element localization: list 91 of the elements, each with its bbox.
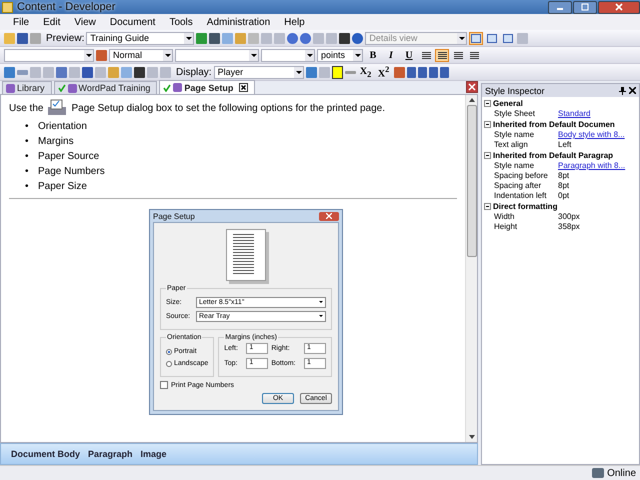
close-icon [326,213,332,219]
display-dropdown[interactable]: Player [214,66,304,78]
check-icon [58,84,66,92]
layout-button[interactable] [501,32,516,44]
property-link[interactable]: Standard [558,109,590,119]
breadcrumb-item[interactable]: Paragraph [88,449,133,459]
bullet-marker: • [25,180,30,194]
scrollbar[interactable] [465,95,477,442]
layout-button[interactable] [485,32,500,44]
property-label: Style Sheet [494,109,536,119]
menu-item[interactable]: File [6,16,36,28]
breadcrumb-item[interactable]: Document Body [11,449,80,459]
preview-dropdown[interactable]: Training Guide [86,32,194,44]
format-button[interactable]: I [383,48,399,62]
page-preview [226,229,266,281]
property-link[interactable]: Paragraph with 8... [558,161,626,171]
bullet-item: Paper Source [38,150,100,164]
radio-button[interactable] [166,348,172,354]
intro-text: Use the Page Setup dialog box to set the following options for the printed page. [9,99,457,117]
property-value: 0pt [558,191,570,201]
format-button[interactable]: U [401,48,417,62]
collapse-toggle[interactable] [484,119,491,128]
bullet-item: Paper Size [38,180,87,194]
property-label: Height [494,222,518,232]
menu-item[interactable]: View [67,16,103,28]
bullet-marker: • [25,150,30,164]
dialog-title: Page Setup [153,212,195,220]
unit-dropdown[interactable]: points [317,48,363,62]
close-button[interactable] [629,87,636,94]
menu-item[interactable]: Document [102,16,162,28]
panel-title: Style Inspector [485,86,546,96]
close-pane-button[interactable] [466,81,478,93]
property-label: Indentation left [494,191,548,201]
property-label: Style name [494,130,536,140]
collapse-toggle[interactable] [484,150,491,159]
font-dropdown[interactable] [4,48,94,62]
style-dropdown[interactable]: Normal [109,48,173,62]
window-title: Content - Developer [17,1,116,13]
property-label: Width [494,212,516,222]
document-tab[interactable]: WordPad Training [54,81,158,94]
section-heading: General [493,98,523,109]
bullet-item: Page Numbers [38,165,105,179]
maximize-icon [581,3,589,11]
section-heading: Inherited from Default Documen [493,119,615,130]
checkbox[interactable] [160,381,168,389]
breadcrumb-item[interactable]: Image [140,449,167,459]
menu-item[interactable]: Administration [200,16,278,28]
property-link[interactable]: Body style with 8... [558,130,625,140]
app-icon [2,2,13,12]
script-button[interactable]: X$^{2}$ [376,66,392,78]
bullet-marker: • [25,135,30,149]
property-value: 358px [558,222,580,232]
highlight-icon[interactable] [332,66,343,78]
maximize-button[interactable] [573,0,597,14]
bullet-marker: • [25,165,30,179]
font-size-dropdown[interactable] [175,48,259,62]
property-value: Left [558,140,572,150]
minimize-button[interactable] [548,0,572,14]
pin-icon[interactable] [619,86,626,94]
property-label: Text align [494,140,529,150]
section-heading: Inherited from Default Paragrap [493,150,614,161]
menu-item[interactable]: Tools [162,16,200,28]
menu-item[interactable]: Edit [36,16,68,28]
close-icon [615,3,623,11]
collapse-toggle[interactable] [484,201,491,210]
close-button[interactable] [598,0,640,14]
size-dropdown[interactable] [261,48,315,62]
document-tab[interactable]: Page Setup [159,80,256,94]
section-heading: Direct formatting [493,201,558,212]
display-label: Display: [176,66,212,78]
property-value: 300px [558,212,580,222]
bullet-item: Orientation [38,120,87,134]
property-label: Style name [494,161,536,171]
preview-label: Preview: [46,32,84,44]
collapse-toggle[interactable] [484,98,491,107]
radio-button[interactable] [166,360,172,366]
menu-item[interactable]: Help [277,16,312,28]
property-label: Spacing after [494,181,542,191]
property-label: Spacing before [494,171,549,181]
status-text: Online [607,468,636,478]
script-button[interactable]: X$_{2}$ [358,66,374,78]
document-tab[interactable]: Library [2,81,52,94]
align-button[interactable] [435,48,449,62]
property-value: 8pt [558,171,570,181]
check-icon [163,84,172,92]
layout-button[interactable] [469,32,484,44]
bullet-item: Margins [38,135,74,149]
property-value: 8pt [558,181,570,191]
bullet-marker: • [25,120,30,134]
format-button[interactable]: B [365,48,381,62]
close-icon[interactable] [239,83,248,92]
